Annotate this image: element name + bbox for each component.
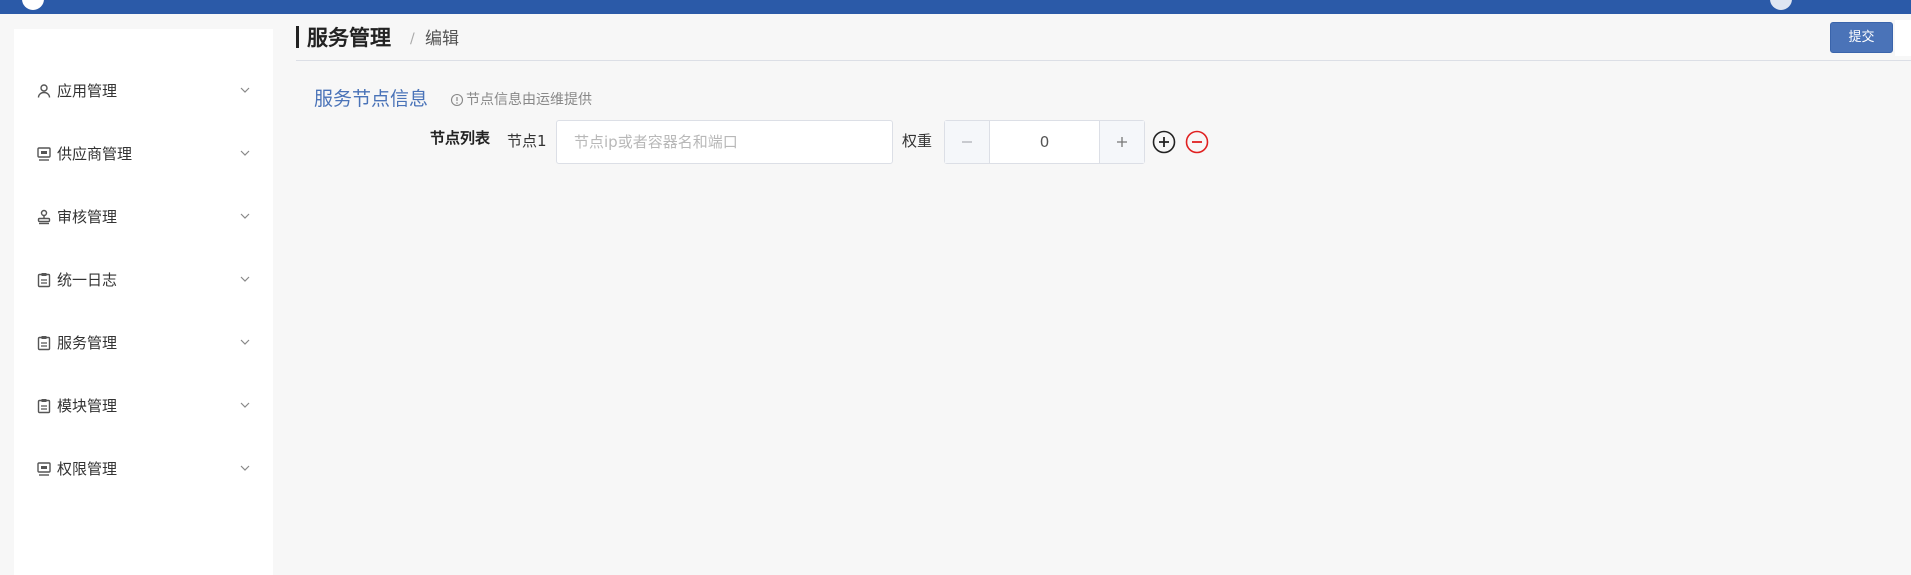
sidebar: 应用管理 供应商管理 审核管理 统一日志 服务管理 模块管理 权限管理	[14, 29, 273, 575]
chevron-down-icon	[238, 209, 252, 223]
page-header	[296, 20, 1911, 61]
node-list-label: 节点列表	[430, 129, 491, 147]
title-accent-bar	[296, 26, 299, 48]
page-title: 服务管理	[296, 24, 391, 52]
avatar[interactable]	[1770, 0, 1792, 10]
header-right-panel	[1895, 20, 1911, 56]
page-title-text: 服务管理	[307, 26, 391, 50]
monitor-icon	[36, 146, 52, 162]
stamp-icon	[36, 209, 52, 225]
chevron-down-icon	[238, 146, 252, 160]
sidebar-item-label: 模块管理	[57, 397, 118, 415]
minus-icon	[962, 141, 972, 143]
weight-stepper: 0	[944, 120, 1145, 164]
sidebar-item-module-management[interactable]: 模块管理	[14, 386, 273, 426]
info-icon	[450, 93, 464, 107]
breadcrumb-current: 编辑	[425, 29, 459, 49]
chevron-down-icon	[238, 335, 252, 349]
sidebar-item-service-management[interactable]: 服务管理	[14, 323, 273, 363]
chevron-down-icon	[238, 83, 252, 97]
clipboard-icon	[36, 335, 52, 351]
sidebar-item-permission-management[interactable]: 权限管理	[14, 449, 273, 489]
sidebar-item-label: 应用管理	[57, 82, 118, 100]
section-hint: 节点信息由运维提供	[450, 90, 592, 110]
sidebar-item-unified-log[interactable]: 统一日志	[14, 260, 273, 300]
top-bar	[0, 0, 1911, 14]
weight-value[interactable]: 0	[991, 121, 1098, 163]
node-address-input[interactable]	[556, 120, 893, 164]
logo	[22, 0, 44, 10]
weight-label: 权重	[902, 132, 933, 150]
sidebar-item-label: 统一日志	[57, 271, 118, 289]
sidebar-item-label: 权限管理	[57, 460, 118, 478]
plus-icon	[1117, 137, 1127, 147]
sidebar-item-label: 供应商管理	[57, 145, 133, 163]
breadcrumb-separator: /	[410, 31, 415, 47]
user-icon	[36, 83, 52, 99]
sidebar-item-label: 审核管理	[57, 208, 118, 226]
remove-node-icon[interactable]	[1185, 130, 1209, 154]
submit-button[interactable]: 提交	[1830, 22, 1893, 53]
weight-decrement-button[interactable]	[945, 121, 990, 163]
add-node-icon[interactable]	[1152, 130, 1176, 154]
chevron-down-icon	[238, 461, 252, 475]
chevron-down-icon	[238, 398, 252, 412]
chevron-down-icon	[238, 272, 252, 286]
clipboard-icon	[36, 398, 52, 414]
monitor-icon	[36, 461, 52, 477]
sidebar-item-supplier-management[interactable]: 供应商管理	[14, 134, 273, 174]
sidebar-item-label: 服务管理	[57, 334, 118, 352]
section-title: 服务节点信息	[314, 88, 429, 110]
node-label: 节点1	[507, 132, 547, 150]
sidebar-item-app-management[interactable]: 应用管理	[14, 71, 273, 111]
clipboard-icon	[36, 272, 52, 288]
sidebar-item-audit-management[interactable]: 审核管理	[14, 197, 273, 237]
weight-increment-button[interactable]	[1099, 121, 1144, 163]
section-hint-text: 节点信息由运维提供	[466, 92, 592, 108]
